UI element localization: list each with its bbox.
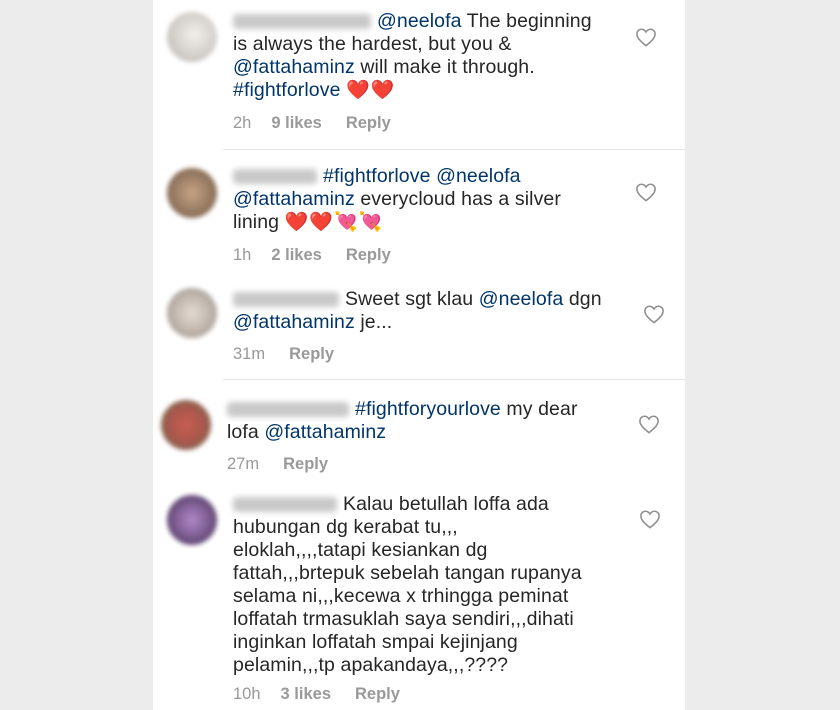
hashtag-link[interactable]: #fightforlove xyxy=(323,165,431,187)
mention-link[interactable]: @fattahaminz xyxy=(233,311,355,333)
timestamp[interactable]: 2h xyxy=(233,114,251,133)
hashtag-link[interactable]: #fightforlove xyxy=(233,79,341,101)
comment-1: @neelofa The beginning is always the har… xyxy=(153,0,685,150)
username-blurred[interactable] xyxy=(233,292,339,308)
comment-text-line: eloklah,,,,tatapi kesiankan dg xyxy=(233,539,488,561)
mention-link[interactable]: @neelofa xyxy=(436,165,521,187)
avatar[interactable] xyxy=(167,288,217,338)
avatar[interactable] xyxy=(167,12,217,62)
username-blurred[interactable] xyxy=(233,497,337,513)
comment-text: Kalau betullah loffa ada hubungan dg ker… xyxy=(233,493,582,677)
emoji: ❤️❤️ xyxy=(346,80,396,101)
username-blurred[interactable] xyxy=(227,402,349,418)
comment-meta: 31m Reply xyxy=(233,345,334,364)
comment-text-line: Kalau betullah loffa ada xyxy=(343,493,549,515)
comment-meta: 10h 3 likes Reply xyxy=(233,685,400,704)
username-blurred[interactable] xyxy=(233,14,371,30)
mention-link[interactable]: @neelofa xyxy=(377,10,462,32)
hashtag-link[interactable]: #fightforyourlove xyxy=(355,398,501,420)
comment-5: Kalau betullah loffa ada hubungan dg ker… xyxy=(153,485,685,710)
comment-meta: 2h 9 likes Reply xyxy=(233,114,391,133)
comment-text-line: The beginning xyxy=(461,10,592,32)
comment-text-line: is always the hardest, but you & xyxy=(233,33,512,55)
avatar[interactable] xyxy=(161,400,211,450)
avatar[interactable] xyxy=(167,168,217,218)
mention-link[interactable]: @fattahaminz xyxy=(233,188,355,210)
heart-icon[interactable] xyxy=(643,304,665,324)
comment-text-line: everycloud has a silver xyxy=(354,188,561,210)
heart-icon[interactable] xyxy=(635,182,657,202)
comment-text-line: dgn xyxy=(563,288,602,310)
comment-text-line: lofa xyxy=(227,421,265,443)
comment-2: #fightforlove @neelofa @fattahaminz ever… xyxy=(153,150,685,280)
comment-text-line: loffatah trmasuklah saya sendiri,,,dihat… xyxy=(233,608,574,630)
reply-button[interactable]: Reply xyxy=(283,455,328,474)
reply-button[interactable]: Reply xyxy=(355,685,400,704)
timestamp[interactable]: 1h xyxy=(233,246,251,265)
reply-button[interactable]: Reply xyxy=(289,345,334,364)
reply-button[interactable]: Reply xyxy=(346,246,391,265)
comments-panel: @neelofa The beginning is always the har… xyxy=(153,0,685,710)
heart-icon[interactable] xyxy=(639,509,661,529)
comment-3: Sweet sgt klau @neelofa dgn @fattahaminz… xyxy=(153,280,685,380)
heart-icon[interactable] xyxy=(638,414,660,434)
comment-text-line: selama ni,,,kecewa x trhingga peminat xyxy=(233,585,569,607)
comment-text-line: will make it through. xyxy=(354,56,535,78)
reply-button[interactable]: Reply xyxy=(346,114,391,133)
likes-count[interactable]: 3 likes xyxy=(281,685,331,704)
comment-text-line: fattah,,,brtepuk sebelah tangan rupanya xyxy=(233,562,582,584)
comment-text: #fightforyourlove my dear lofa @fattaham… xyxy=(227,398,578,444)
comment-meta: 1h 2 likes Reply xyxy=(233,246,391,265)
timestamp[interactable]: 10h xyxy=(233,685,261,704)
comment-text-line: hubungan dg kerabat tu,,, xyxy=(233,516,458,538)
comment-text-line: je... xyxy=(354,311,393,333)
mention-link[interactable]: @fattahaminz xyxy=(264,421,386,443)
comment-text-line: lining xyxy=(233,211,280,233)
mention-link[interactable]: @neelofa xyxy=(479,288,564,310)
comment-text-line: inginkan loffatah smpai kejinjang xyxy=(233,631,518,653)
comment-text-line: pelamin,,,tp apakandaya,,,???? xyxy=(233,654,509,676)
emoji: ❤️❤️💘💘 xyxy=(284,212,384,233)
comment-text: Sweet sgt klau @neelofa dgn @fattahaminz… xyxy=(233,288,602,334)
comment-text: #fightforlove @neelofa @fattahaminz ever… xyxy=(233,165,561,234)
timestamp[interactable]: 31m xyxy=(233,345,265,364)
heart-icon[interactable] xyxy=(635,27,657,47)
likes-count[interactable]: 2 likes xyxy=(271,246,321,265)
timestamp[interactable]: 27m xyxy=(227,455,259,474)
avatar[interactable] xyxy=(167,495,217,545)
comment-text-line: Sweet sgt klau xyxy=(345,288,479,310)
comment-text: @neelofa The beginning is always the har… xyxy=(233,10,592,102)
comment-4: #fightforyourlove my dear lofa @fattaham… xyxy=(153,380,685,485)
mention-link[interactable]: @fattahaminz xyxy=(233,56,355,78)
comment-meta: 27m Reply xyxy=(227,455,328,474)
comment-text-line: my dear xyxy=(500,398,578,420)
username-blurred[interactable] xyxy=(233,169,317,185)
likes-count[interactable]: 9 likes xyxy=(271,114,321,133)
